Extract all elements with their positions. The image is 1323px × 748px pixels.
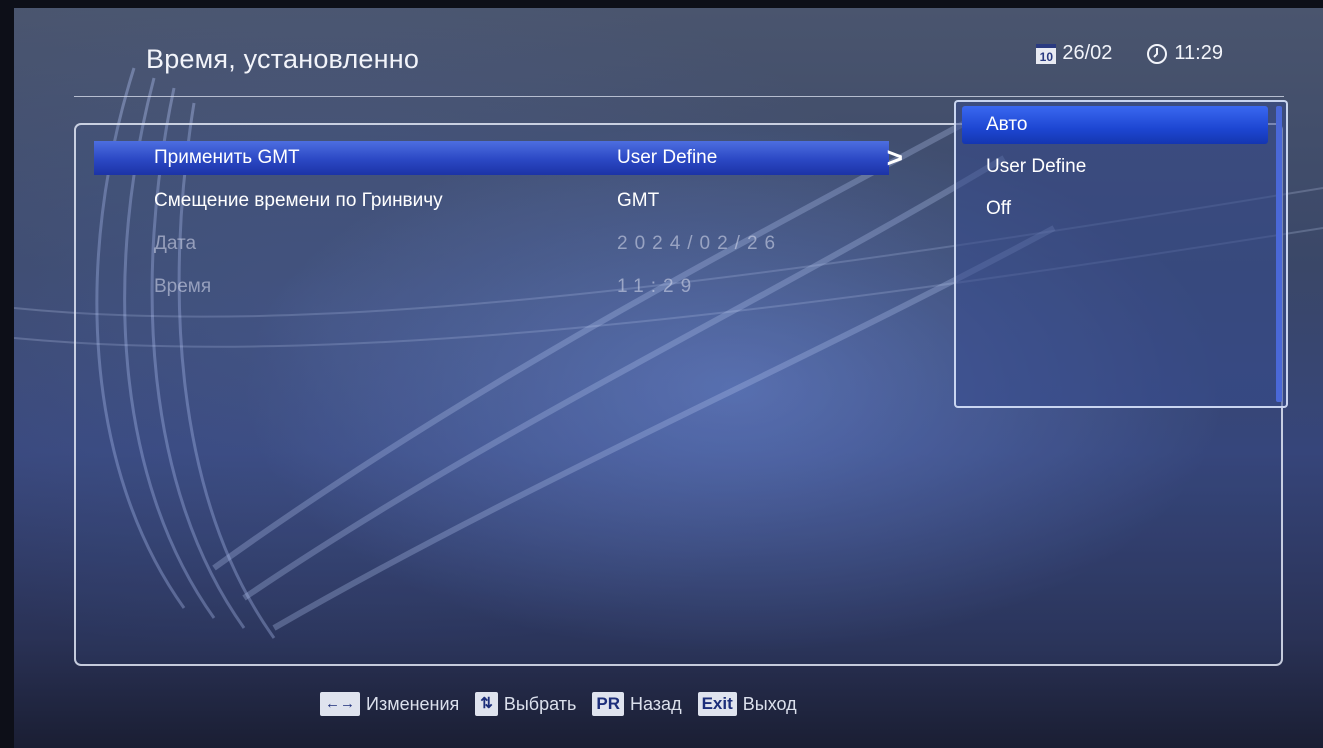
setting-value: GMT bbox=[617, 190, 660, 211]
setting-row-apply-gmt[interactable]: Применить GMT User Define > bbox=[94, 141, 903, 175]
setting-row-date: Дата 2024/02/26 bbox=[94, 227, 889, 261]
date-text: 26/02 bbox=[1062, 42, 1113, 64]
setting-label: Смещение времени по Гринвичу bbox=[154, 190, 443, 211]
clock-icon bbox=[1147, 43, 1168, 64]
hint-back: Назад bbox=[630, 693, 682, 714]
dropdown-option-off[interactable]: Off bbox=[962, 190, 1268, 228]
key-hints-bar: ←→ Изменения ⇅ Выбрать PR Назад Exit Вых… bbox=[320, 692, 807, 716]
setting-value: User Define bbox=[617, 147, 718, 168]
header-divider bbox=[74, 96, 1284, 97]
setting-value: 2024/02/26 bbox=[617, 233, 783, 254]
setting-label: Применить GMT bbox=[154, 147, 300, 168]
dropdown-option-user-define[interactable]: User Define bbox=[962, 148, 1268, 186]
hint-exit: Выход bbox=[742, 693, 797, 714]
gmt-options-dropdown[interactable]: Авто User Define Off bbox=[954, 100, 1288, 408]
time-text: 11:29 bbox=[1174, 42, 1223, 64]
exit-key-icon: Exit bbox=[697, 692, 737, 716]
dropdown-scrollbar[interactable] bbox=[1276, 106, 1282, 402]
chevron-right-icon: > bbox=[886, 142, 903, 173]
setting-value: 11:29 bbox=[617, 276, 699, 297]
tv-screen: Время, установленно 10 26/02 11:29 Приме… bbox=[14, 8, 1323, 748]
hint-change: Изменения bbox=[366, 693, 460, 714]
status-bar: 10 26/02 11:29 bbox=[1036, 42, 1223, 65]
time-indicator: 11:29 bbox=[1146, 42, 1223, 65]
date-indicator: 10 26/02 bbox=[1036, 42, 1112, 65]
dropdown-option-auto[interactable]: Авто bbox=[962, 106, 1268, 144]
left-right-arrows-icon: ←→ bbox=[320, 692, 360, 716]
setting-row-gmt-offset[interactable]: Смещение времени по Гринвичу GMT bbox=[94, 184, 889, 218]
pr-key-icon: PR bbox=[592, 692, 624, 716]
calendar-icon: 10 bbox=[1036, 43, 1057, 64]
setting-row-time: Время 11:29 bbox=[94, 270, 889, 304]
setting-label: Время bbox=[154, 276, 212, 297]
up-down-arrows-icon: ⇅ bbox=[475, 692, 498, 716]
hint-select: Выбрать bbox=[503, 693, 577, 714]
setting-label: Дата bbox=[154, 233, 197, 254]
page-title: Время, установленно bbox=[146, 44, 420, 74]
